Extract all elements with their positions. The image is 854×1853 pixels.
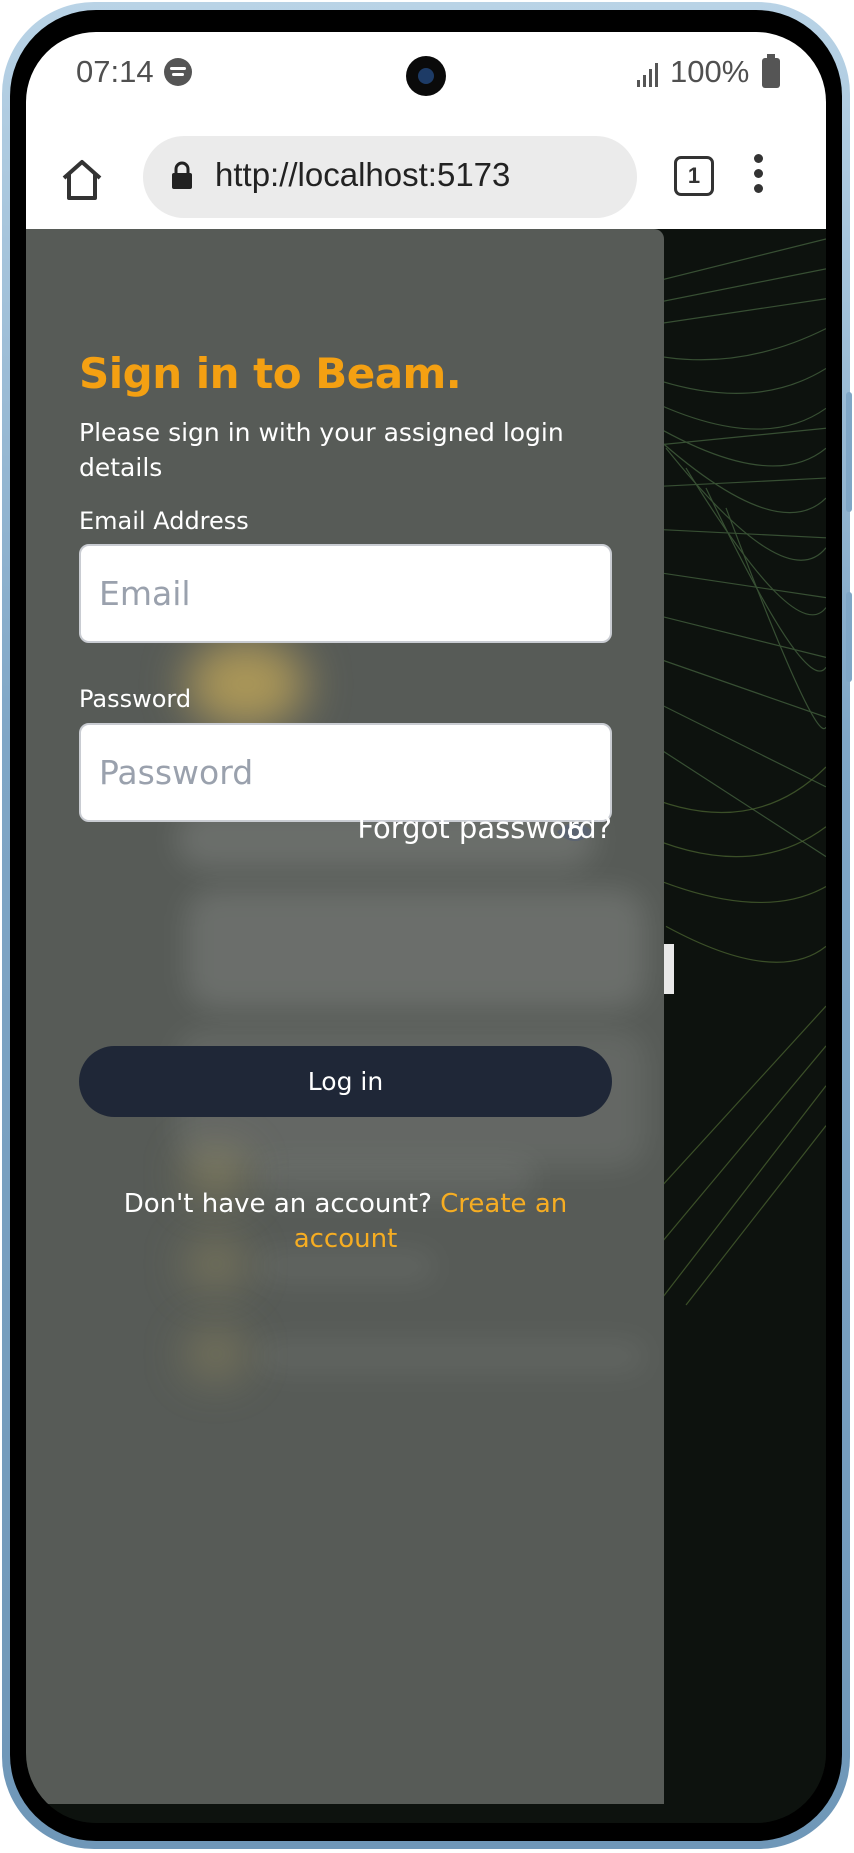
email-label: Email Address bbox=[79, 507, 249, 535]
tabs-icon[interactable]: 1 bbox=[674, 156, 714, 196]
no-account-text: Don't have an account? bbox=[123, 1189, 432, 1219]
password-field[interactable] bbox=[79, 723, 612, 822]
battery-icon bbox=[762, 54, 780, 88]
screen: 07:14 100% http://localhost:5173 1 Sign … bbox=[26, 32, 826, 1823]
signup-prompt: Don't have an account? Create an account bbox=[79, 1187, 612, 1257]
page-title: Sign in to Beam. bbox=[79, 349, 462, 398]
status-time: 07:14 bbox=[76, 54, 154, 89]
front-camera bbox=[406, 56, 446, 96]
browser-toolbar: http://localhost:5173 1 bbox=[26, 132, 826, 229]
phone-bezel: 07:14 100% http://localhost:5173 1 Sign … bbox=[10, 10, 842, 1841]
signal-icon bbox=[637, 63, 658, 87]
address-bar[interactable]: http://localhost:5173 bbox=[143, 136, 637, 218]
more-menu-icon[interactable] bbox=[752, 154, 764, 198]
blurred-glow bbox=[186, 639, 306, 729]
blurred-glow bbox=[186, 1329, 246, 1379]
power-button bbox=[846, 592, 852, 682]
blurred-content bbox=[186, 889, 646, 1009]
page-subtitle: Please sign in with your assigned login … bbox=[79, 418, 564, 482]
spotify-icon bbox=[164, 58, 192, 86]
email-field[interactable] bbox=[79, 544, 612, 643]
blurred-content bbox=[256, 1339, 646, 1374]
web-page: Sign in to Beam. Please sign in with you… bbox=[26, 229, 826, 1823]
volume-button bbox=[846, 392, 852, 512]
battery-percentage: 100% bbox=[670, 54, 750, 89]
status-bar: 07:14 100% bbox=[26, 32, 826, 132]
url-text[interactable]: http://localhost:5173 bbox=[215, 156, 510, 194]
forgot-password-link[interactable]: Forgot password? bbox=[357, 811, 612, 845]
home-icon[interactable] bbox=[60, 158, 104, 202]
login-panel: Sign in to Beam. Please sign in with you… bbox=[26, 229, 664, 1804]
lock-icon bbox=[172, 161, 192, 189]
password-label: Password bbox=[79, 685, 192, 713]
phone-frame: 07:14 100% http://localhost:5173 1 Sign … bbox=[2, 2, 852, 1849]
login-button[interactable]: Log in bbox=[79, 1046, 612, 1117]
